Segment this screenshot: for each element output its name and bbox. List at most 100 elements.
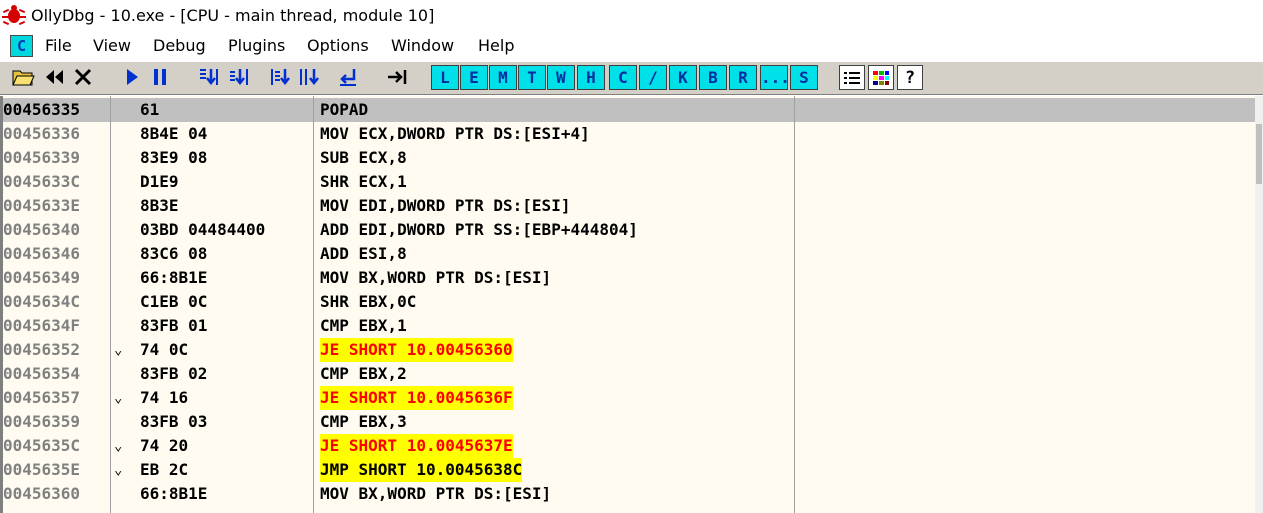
column-separator-hex[interactable]: [313, 96, 314, 513]
row-disassembly: SHR EBX,0C: [320, 292, 417, 311]
disasm-row[interactable]: 0045633C D1E9 SHR ECX,1: [3, 170, 1255, 194]
disasm-row[interactable]: 0045633E 8B3E MOV EDI,DWORD PTR DS:[ESI]: [3, 194, 1255, 218]
trace-over-icon[interactable]: [297, 65, 323, 89]
row-disassembly: JE SHORT 10.00456360: [320, 338, 513, 362]
scrollbar-thumb[interactable]: [1256, 124, 1262, 184]
log-window-button[interactable]: L: [431, 65, 459, 90]
breakpoints-window-button[interactable]: B: [699, 65, 727, 90]
row-address: 0045635E: [3, 460, 81, 479]
disasm-row[interactable]: 00456354 83FB 02 CMP EBX,2: [3, 362, 1255, 386]
row-hex-dump: 74 16: [140, 388, 189, 407]
threads-window-button[interactable]: T: [518, 65, 546, 90]
trace-into-icon[interactable]: [268, 65, 294, 89]
jump-arrow-icon: ⌄: [114, 390, 123, 406]
row-hex-dump: D1E9: [140, 172, 179, 191]
close-icon[interactable]: [70, 65, 96, 89]
menu-options[interactable]: Options: [307, 36, 369, 55]
row-address: 0045633E: [3, 196, 81, 215]
cpu-window-button[interactable]: C: [609, 65, 637, 90]
menu-help[interactable]: Help: [478, 36, 514, 55]
pause-icon[interactable]: [147, 65, 173, 89]
menu-file[interactable]: File: [45, 36, 72, 55]
row-hex-dump: 83FB 02: [140, 364, 208, 383]
disasm-row[interactable]: 00456359 83FB 03 CMP EBX,3: [3, 410, 1255, 434]
row-disassembly: JE SHORT 10.0045637E: [320, 434, 513, 458]
windows-window-button[interactable]: W: [547, 65, 575, 90]
row-address: 00456357: [3, 388, 81, 407]
jump-arrow-icon: ⌄: [114, 342, 123, 358]
row-address: 0045634F: [3, 316, 81, 335]
goto-icon[interactable]: [384, 65, 410, 89]
disasm-row[interactable]: 00456340 03BD 04484400 ADD EDI,DWORD PTR S…: [3, 218, 1255, 242]
memory-window-button[interactable]: M: [489, 65, 517, 90]
row-address: 00456359: [3, 412, 81, 431]
source-window-button[interactable]: S: [790, 65, 818, 90]
row-hex-dump: 83FB 03: [140, 412, 208, 431]
disasm-row[interactable]: 00456360 66:8B1E MOV BX,WORD PTR DS:[ESI]: [3, 482, 1255, 506]
disasm-row[interactable]: 00456352 ⌄ 74 0C JE SHORT 10.00456360: [3, 338, 1255, 362]
patches-window-button[interactable]: /: [639, 65, 667, 90]
row-hex-dump: 8B3E: [140, 196, 179, 215]
row-address: 00456335: [3, 100, 81, 119]
help-icon[interactable]: ?: [897, 65, 923, 90]
disasm-row[interactable]: 00456357 ⌄ 74 16 JE SHORT 10.0045636F: [3, 386, 1255, 410]
menu-plugins[interactable]: Plugins: [228, 36, 285, 55]
disasm-row[interactable]: 00456346 83C6 08 ADD ESI,8: [3, 242, 1255, 266]
column-separator-disasm[interactable]: [794, 96, 795, 513]
row-disassembly: ADD ESI,8: [320, 244, 407, 263]
run-trace-window-button[interactable]: ...: [760, 65, 790, 90]
row-hex-dump: 74 20: [140, 436, 189, 455]
disasm-row[interactable]: 0045635E ⌄ EB 2C JMP SHORT 10.0045638C: [3, 458, 1255, 482]
row-disassembly: MOV BX,WORD PTR DS:[ESI]: [320, 484, 552, 503]
menu-view[interactable]: View: [93, 36, 131, 55]
row-address: 00456339: [3, 148, 81, 167]
list-icon[interactable]: [839, 65, 865, 90]
row-address: 00456336: [3, 124, 81, 143]
menu-debug[interactable]: Debug: [153, 36, 206, 55]
row-disassembly: SUB ECX,8: [320, 148, 407, 167]
row-disassembly: JE SHORT 10.0045636F: [320, 386, 513, 410]
column-separator-address[interactable]: [110, 96, 111, 513]
row-disassembly: MOV EDI,DWORD PTR DS:[ESI]: [320, 196, 571, 215]
run-icon[interactable]: [119, 65, 145, 89]
row-hex-dump: 8B4E 04: [140, 124, 208, 143]
execute-till-return-icon[interactable]: [335, 65, 361, 89]
ollydbg-bug-icon: [2, 5, 26, 26]
disasm-row[interactable]: 00456336 8B4E 04 MOV ECX,DWORD PTR DS:[ESI…: [3, 122, 1255, 146]
row-address: 0045633C: [3, 172, 81, 191]
open-icon[interactable]: [10, 65, 36, 89]
references-window-button[interactable]: R: [729, 65, 757, 90]
modules-window-button[interactable]: E: [460, 65, 488, 90]
disasm-row[interactable]: 0045634C C1EB 0C SHR EBX,0C: [3, 290, 1255, 314]
menu-window[interactable]: Window: [391, 36, 454, 55]
disasm-row[interactable]: 00456335 61 POPAD: [3, 98, 1255, 122]
row-disassembly: JMP SHORT 10.0045638C: [320, 458, 523, 482]
restart-icon[interactable]: [41, 65, 67, 89]
disasm-row[interactable]: 00456339 83E9 08 SUB ECX,8: [3, 146, 1255, 170]
row-hex-dump: 83C6 08: [140, 244, 208, 263]
disasm-row[interactable]: 00456349 66:8B1E MOV BX,WORD PTR DS:[ESI]: [3, 266, 1255, 290]
row-address: 00456346: [3, 244, 81, 263]
row-disassembly: SHR ECX,1: [320, 172, 407, 191]
row-hex-dump: 83E9 08: [140, 148, 208, 167]
call-stack-window-button[interactable]: K: [669, 65, 697, 90]
row-hex-dump: 61: [140, 100, 160, 119]
row-hex-dump: EB 2C: [140, 460, 189, 479]
row-hex-dump: 74 0C: [140, 340, 189, 359]
step-into-icon[interactable]: [196, 65, 222, 89]
row-hex-dump: 03BD 04484400: [140, 220, 266, 239]
jump-arrow-icon: ⌄: [114, 462, 123, 478]
cpu-window-icon[interactable]: C: [10, 35, 33, 57]
row-disassembly: ADD EDI,DWORD PTR SS:[EBP+444804]: [320, 220, 638, 239]
disasm-row[interactable]: 0045635C ⌄ 74 20 JE SHORT 10.0045637E: [3, 434, 1255, 458]
row-address: 00456360: [3, 484, 81, 503]
row-hex-dump: 66:8B1E: [140, 268, 208, 287]
row-address: 00456352: [3, 340, 81, 359]
jump-arrow-icon: ⌄: [114, 438, 123, 454]
colors-icon[interactable]: [868, 65, 894, 90]
step-over-icon[interactable]: [226, 65, 252, 89]
row-hex-dump: 83FB 01: [140, 316, 208, 335]
disasm-row[interactable]: 0045634F 83FB 01 CMP EBX,1: [3, 314, 1255, 338]
handles-window-button[interactable]: H: [577, 65, 605, 90]
row-hex-dump: 66:8B1E: [140, 484, 208, 503]
